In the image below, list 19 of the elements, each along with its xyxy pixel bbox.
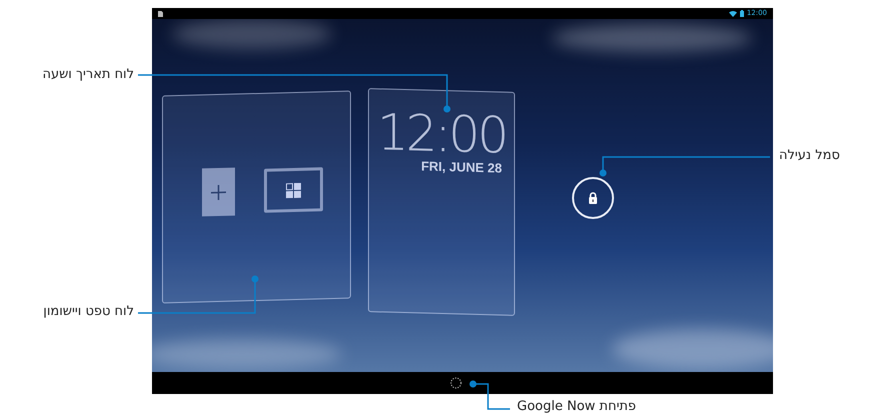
widget-panel[interactable] <box>162 90 351 304</box>
clock-time: 12:00 <box>376 107 506 161</box>
callout-label: לוח תאריך ושעה <box>42 67 134 82</box>
add-button[interactable] <box>202 168 235 216</box>
clock-panel[interactable]: 12:00 FRI, JUNE 28 <box>368 88 515 316</box>
lock-icon <box>588 192 598 204</box>
clock-date: FRI, JUNE 28 <box>421 158 502 176</box>
callout-label: פתיחת Google Now <box>517 399 636 414</box>
notification-icon <box>158 10 163 16</box>
lock-button[interactable] <box>572 177 614 219</box>
widget-button[interactable] <box>264 167 323 213</box>
plus-icon <box>211 184 226 200</box>
battery-icon <box>740 10 744 17</box>
callout-label: לוח טפט ויישומון <box>43 304 134 319</box>
callout-label: סמל נעילה <box>779 148 840 163</box>
widget-grid-icon <box>286 182 301 198</box>
leader-line <box>470 380 510 410</box>
google-now-icon[interactable] <box>450 377 462 389</box>
wifi-icon <box>728 10 737 16</box>
